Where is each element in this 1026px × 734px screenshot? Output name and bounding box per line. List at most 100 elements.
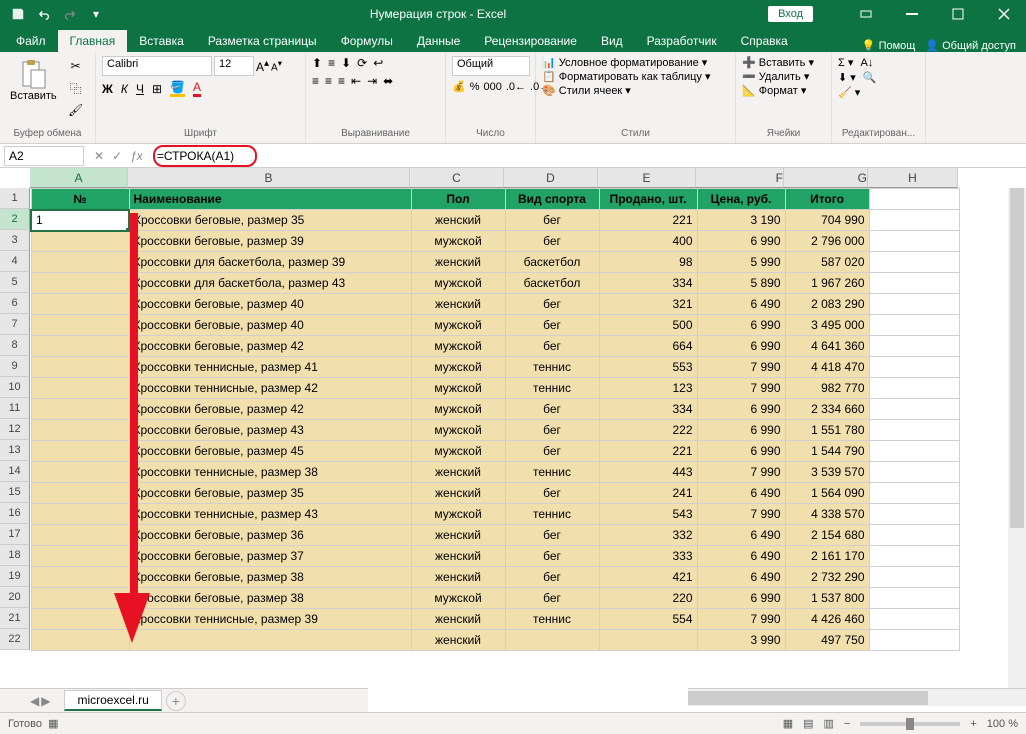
cell[interactable]: 982 770: [785, 378, 869, 399]
accounting-icon[interactable]: 💰: [452, 80, 466, 93]
cell[interactable]: женский: [411, 252, 505, 273]
cell[interactable]: женский: [411, 462, 505, 483]
tab-data[interactable]: Данные: [405, 30, 472, 52]
cell[interactable]: 3 495 000: [785, 315, 869, 336]
tab-review[interactable]: Рецензирование: [472, 30, 589, 52]
row-header[interactable]: 17: [0, 524, 30, 545]
vertical-scrollbar[interactable]: [1008, 188, 1026, 688]
cell[interactable]: мужской: [411, 441, 505, 462]
cell[interactable]: [31, 336, 129, 357]
row-header[interactable]: 1: [0, 188, 30, 209]
cell[interactable]: мужской: [411, 273, 505, 294]
cell[interactable]: мужской: [411, 504, 505, 525]
tab-file[interactable]: Файл: [4, 30, 58, 52]
row-header[interactable]: 3: [0, 230, 30, 251]
cell[interactable]: Кроссовки беговые, размер 35: [129, 210, 411, 231]
cell[interactable]: Кроссовки беговые, размер 39: [129, 231, 411, 252]
name-box[interactable]: [4, 146, 84, 166]
cell[interactable]: бег: [505, 294, 599, 315]
cell[interactable]: женский: [411, 294, 505, 315]
cell[interactable]: бег: [505, 315, 599, 336]
italic-icon[interactable]: К: [121, 82, 128, 96]
cell[interactable]: [31, 588, 129, 609]
cell[interactable]: бег: [505, 567, 599, 588]
row-header[interactable]: 8: [0, 335, 30, 356]
cell[interactable]: [869, 525, 959, 546]
cell[interactable]: мужской: [411, 588, 505, 609]
increase-font-icon[interactable]: A▴: [256, 58, 269, 74]
cell[interactable]: Кроссовки теннисные, размер 39: [129, 609, 411, 630]
row-header[interactable]: 20: [0, 587, 30, 608]
cell[interactable]: мужской: [411, 315, 505, 336]
cell[interactable]: бег: [505, 441, 599, 462]
tab-home[interactable]: Главная: [58, 30, 128, 52]
share-button[interactable]: 👤 Общий доступ: [925, 39, 1016, 52]
horizontal-scrollbar[interactable]: [688, 688, 1026, 706]
tab-view[interactable]: Вид: [589, 30, 635, 52]
cell[interactable]: бег: [505, 546, 599, 567]
font-color-icon[interactable]: A: [193, 80, 201, 97]
cell[interactable]: Кроссовки беговые, размер 38: [129, 588, 411, 609]
row-header[interactable]: 9: [0, 356, 30, 377]
decrease-font-icon[interactable]: A▾: [271, 58, 282, 73]
cell[interactable]: 2 732 290: [785, 567, 869, 588]
cell[interactable]: 5 890: [697, 273, 785, 294]
cell[interactable]: 7 990: [697, 609, 785, 630]
sheet-tab[interactable]: microexcel.ru: [64, 690, 161, 711]
cell[interactable]: [31, 294, 129, 315]
col-header-H[interactable]: H: [868, 168, 958, 188]
format-cells-button[interactable]: 📐 Формат ▾: [742, 84, 806, 97]
cell[interactable]: Кроссовки теннисные, размер 43: [129, 504, 411, 525]
row-header[interactable]: 21: [0, 608, 30, 629]
cell[interactable]: [31, 399, 129, 420]
cell[interactable]: Кроссовки беговые, размер 38: [129, 567, 411, 588]
cell[interactable]: 221: [599, 441, 697, 462]
qat-customize-icon[interactable]: ▾: [84, 2, 108, 26]
row-header[interactable]: 5: [0, 272, 30, 293]
cell[interactable]: мужской: [411, 336, 505, 357]
cell[interactable]: 6 490: [697, 546, 785, 567]
cell[interactable]: [31, 315, 129, 336]
cell[interactable]: женский: [411, 567, 505, 588]
cell[interactable]: 400: [599, 231, 697, 252]
cell[interactable]: 1 544 790: [785, 441, 869, 462]
formula-input[interactable]: [153, 147, 1022, 165]
find-icon[interactable]: 🔍: [863, 71, 877, 84]
cell[interactable]: [869, 483, 959, 504]
data-grid[interactable]: № Наименование Пол Вид спорта Продано, ш…: [30, 188, 960, 651]
number-format-select[interactable]: Общий: [452, 56, 530, 76]
cell[interactable]: 1 967 260: [785, 273, 869, 294]
cell[interactable]: 664: [599, 336, 697, 357]
cell[interactable]: 4 641 360: [785, 336, 869, 357]
cell[interactable]: Кроссовки беговые, размер 36: [129, 525, 411, 546]
cancel-formula-icon[interactable]: ✕: [94, 149, 104, 163]
cell[interactable]: [869, 399, 959, 420]
cell[interactable]: 1 551 780: [785, 420, 869, 441]
align-center-icon[interactable]: ≡: [325, 74, 332, 88]
cell[interactable]: [31, 231, 129, 252]
cell[interactable]: бег: [505, 231, 599, 252]
percent-icon[interactable]: %: [470, 81, 480, 93]
conditional-formatting-button[interactable]: 📊 Условное форматирование ▾: [542, 56, 707, 69]
cell[interactable]: 6 990: [697, 441, 785, 462]
col-header-A[interactable]: A: [30, 168, 128, 188]
cell[interactable]: 4 338 570: [785, 504, 869, 525]
merge-icon[interactable]: ⬌: [383, 74, 393, 88]
delete-cells-button[interactable]: ➖ Удалить ▾: [742, 70, 809, 83]
cell[interactable]: 500: [599, 315, 697, 336]
cell[interactable]: 7 990: [697, 504, 785, 525]
format-as-table-button[interactable]: 📋 Форматировать как таблицу ▾: [542, 70, 710, 83]
login-button[interactable]: Вход: [768, 6, 813, 22]
row-header[interactable]: 6: [0, 293, 30, 314]
sort-filter-icon[interactable]: A↓: [860, 57, 873, 69]
cell[interactable]: 3 539 570: [785, 462, 869, 483]
zoom-slider[interactable]: [860, 722, 960, 726]
cell[interactable]: 123: [599, 378, 697, 399]
insert-function-icon[interactable]: ƒx: [130, 149, 143, 163]
font-size-select[interactable]: 12: [214, 56, 254, 76]
cell[interactable]: [869, 567, 959, 588]
close-icon[interactable]: [981, 0, 1026, 28]
tab-insert[interactable]: Вставка: [127, 30, 196, 52]
cell[interactable]: [869, 273, 959, 294]
cell[interactable]: 2 796 000: [785, 231, 869, 252]
